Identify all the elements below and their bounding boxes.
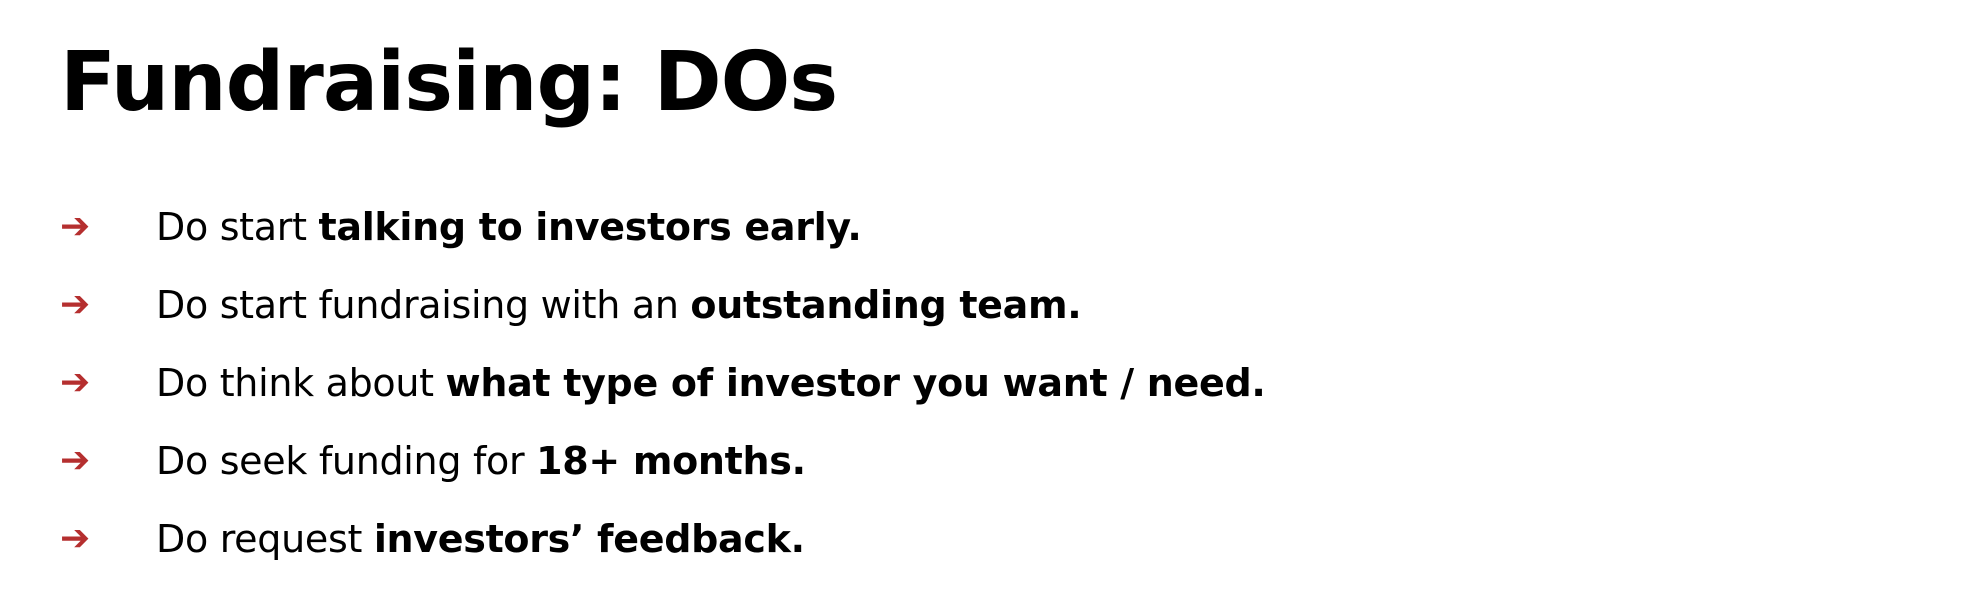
bullet-item: ➔ Do seek funding for 18+ months. [60, 422, 1266, 500]
bullet-item: ➔ Do start fundraising with an outstandi… [60, 266, 1266, 344]
bullet-bold-text: talking to investors early. [318, 205, 862, 249]
bullet-bold-text: investors’ feedback. [373, 517, 805, 561]
bullet-bold-text: 18+ months. [536, 439, 806, 483]
arrow-bullet-icon: ➔ [60, 362, 91, 403]
arrow-bullet-icon: ➔ [60, 284, 91, 325]
bullet-text: Do start fundraising with an outstanding… [156, 283, 1082, 327]
bullet-list: ➔ Do start talking to investors early. ➔… [60, 188, 1266, 578]
bullet-item: ➔ Do think about what type of investor y… [60, 344, 1266, 422]
bullet-bold-text: what type of investor you want / need. [445, 361, 1266, 405]
bullet-text: Do start talking to investors early. [156, 208, 862, 246]
bullet-plain-text: Do think about [156, 361, 446, 405]
bullet-plain-text: Do request [156, 517, 374, 561]
bullet-text: Do request investors’ feedback. [156, 520, 805, 558]
bullet-plain-text: Do start [156, 205, 319, 249]
bullet-item: ➔ Do request investors’ feedback. [60, 500, 1266, 578]
bullet-text: Do think about what type of investor you… [156, 364, 1266, 402]
arrow-bullet-icon: ➔ [60, 440, 91, 481]
bullet-plain-text: Do start fundraising with an [156, 283, 691, 327]
slide-title: Fundraising: DOs [60, 35, 838, 130]
arrow-bullet-icon: ➔ [60, 206, 91, 247]
slide: Fundraising: DOs ➔ Do start talking to i… [0, 0, 1972, 612]
bullet-bold-text: outstanding team. [690, 283, 1082, 327]
arrow-bullet-icon: ➔ [60, 518, 91, 559]
bullet-plain-text: Do seek funding for [156, 439, 537, 483]
bullet-item: ➔ Do start talking to investors early. [60, 188, 1266, 266]
bullet-text: Do seek funding for 18+ months. [156, 442, 806, 480]
